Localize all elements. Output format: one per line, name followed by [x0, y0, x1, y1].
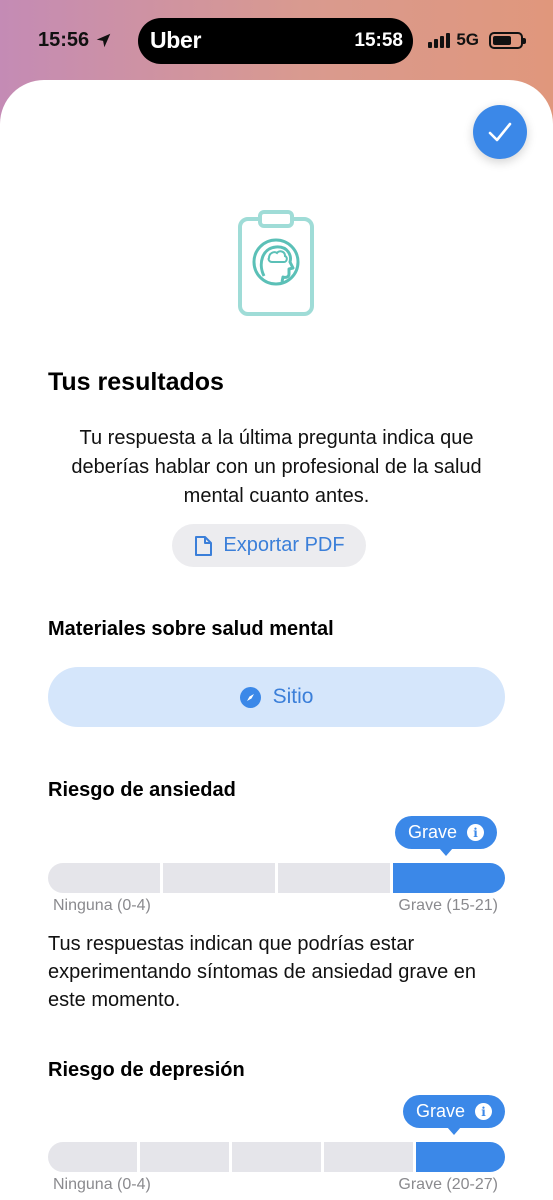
risk-segment: [163, 863, 275, 893]
site-label: Sitio: [272, 685, 314, 708]
depression-max-label: Grave (20-27): [398, 1176, 498, 1193]
depression-risk-bar: [48, 1142, 505, 1172]
results-description: Tu respuesta a la última pregunta indica…: [71, 427, 482, 507]
results-sheet: Tus resultados Tu respuesta a la última …: [0, 80, 553, 1200]
anxiety-max-label: Grave (15-21): [398, 897, 498, 914]
depression-badge-label: Grave: [415, 1101, 466, 1121]
risk-segment: [232, 1142, 321, 1172]
info-icon: i: [467, 824, 485, 841]
anxiety-risk-bar: [48, 863, 505, 893]
anxiety-severity-badge[interactable]: Grave i: [395, 816, 497, 856]
site-button[interactable]: Sitio: [48, 667, 505, 727]
risk-segment: [48, 863, 160, 893]
export-pdf-button[interactable]: Exportar PDF: [172, 524, 366, 567]
anxiety-min-label: Ninguna (0-4): [53, 897, 151, 914]
depression-risk-title: Riesgo de depresión: [48, 1059, 245, 1081]
status-time-group: 15:56: [38, 29, 112, 52]
materials-title: Materiales sobre salud mental: [48, 618, 334, 640]
anxiety-explanation: Tus respuestas indican que podrías estar…: [48, 933, 477, 1011]
depression-min-label: Ninguna (0-4): [53, 1176, 151, 1193]
island-time: 15:58: [354, 30, 403, 51]
results-title: Tus resultados: [48, 368, 224, 396]
dynamic-island[interactable]: Uber 15:58: [138, 18, 413, 64]
signal-icon: [428, 32, 451, 48]
export-pdf-label: Exportar PDF: [223, 534, 345, 556]
island-app-name: Uber: [150, 27, 202, 53]
risk-segment: [416, 1142, 505, 1172]
status-indicators: 5G: [428, 30, 526, 50]
clipboard-brain-icon: [238, 210, 314, 316]
document-icon: [195, 535, 213, 556]
risk-segment: [393, 863, 505, 893]
status-time: 15:56: [38, 29, 90, 51]
location-arrow-icon: [96, 33, 111, 48]
network-type: 5G: [456, 30, 479, 49]
risk-segment: [278, 863, 390, 893]
anxiety-badge-label: Grave: [407, 822, 458, 842]
info-icon: i: [475, 1103, 493, 1120]
anxiety-risk-title: Riesgo de ansiedad: [48, 779, 236, 801]
done-button[interactable]: [473, 105, 527, 159]
risk-segment: [48, 1142, 137, 1172]
battery-icon: [489, 31, 526, 49]
risk-segment: [140, 1142, 229, 1172]
checkmark-icon: [488, 122, 512, 142]
compass-icon: [239, 686, 261, 708]
risk-segment: [324, 1142, 413, 1172]
depression-severity-badge[interactable]: Grave i: [403, 1095, 505, 1135]
status-bar: 15:56 Uber 15:58 5G: [0, 0, 553, 80]
battery-level: [493, 35, 512, 45]
